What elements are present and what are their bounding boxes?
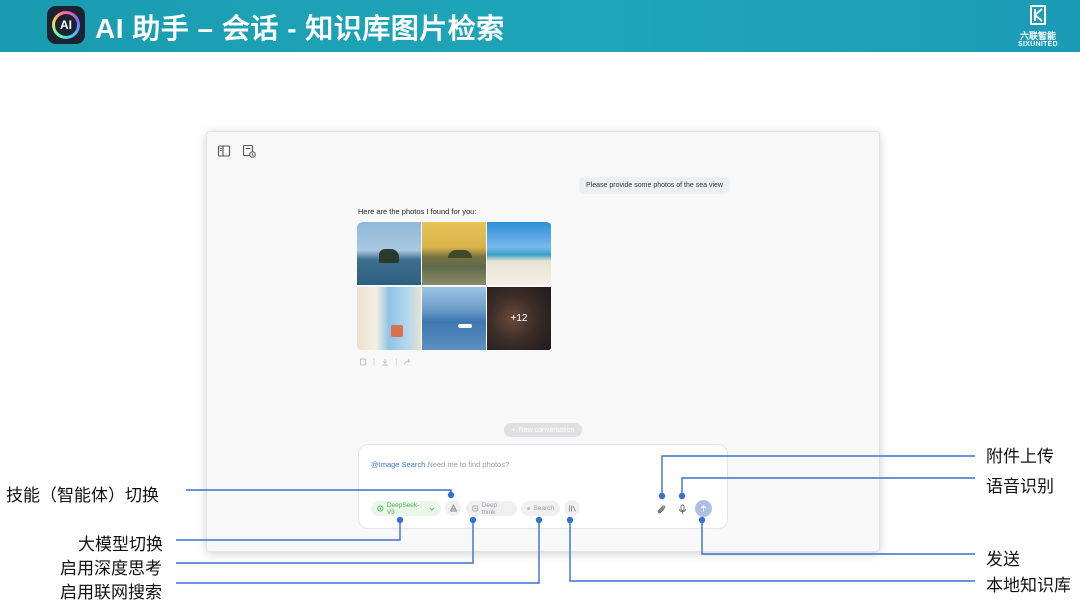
send-connector: [701, 520, 975, 555]
knowledge-base-connector: [569, 520, 975, 582]
voice-connector: [681, 477, 975, 496]
annotation-attachment: 附件上传: [986, 447, 1054, 466]
annotation-model-switch: 大模型切换: [78, 535, 163, 554]
annotation-deep-think: 启用深度思考: [60, 559, 162, 578]
annotation-knowledge-base: 本地知识库: [986, 576, 1071, 595]
annotation-send: 发送: [986, 550, 1020, 569]
annotation-voice: 语音识别: [986, 477, 1054, 496]
attachment-connector: [661, 455, 975, 496]
deep-think-connector: [176, 520, 474, 564]
annotation-skill-switch: 技能（智能体）切换: [6, 486, 159, 505]
skill-switch-connector: [186, 489, 452, 495]
web-search-connector: [176, 520, 540, 584]
model-switch-connector: [176, 520, 401, 541]
annotation-connectors: [176, 455, 975, 584]
annotation-web-search: 启用联网搜索: [60, 583, 162, 602]
